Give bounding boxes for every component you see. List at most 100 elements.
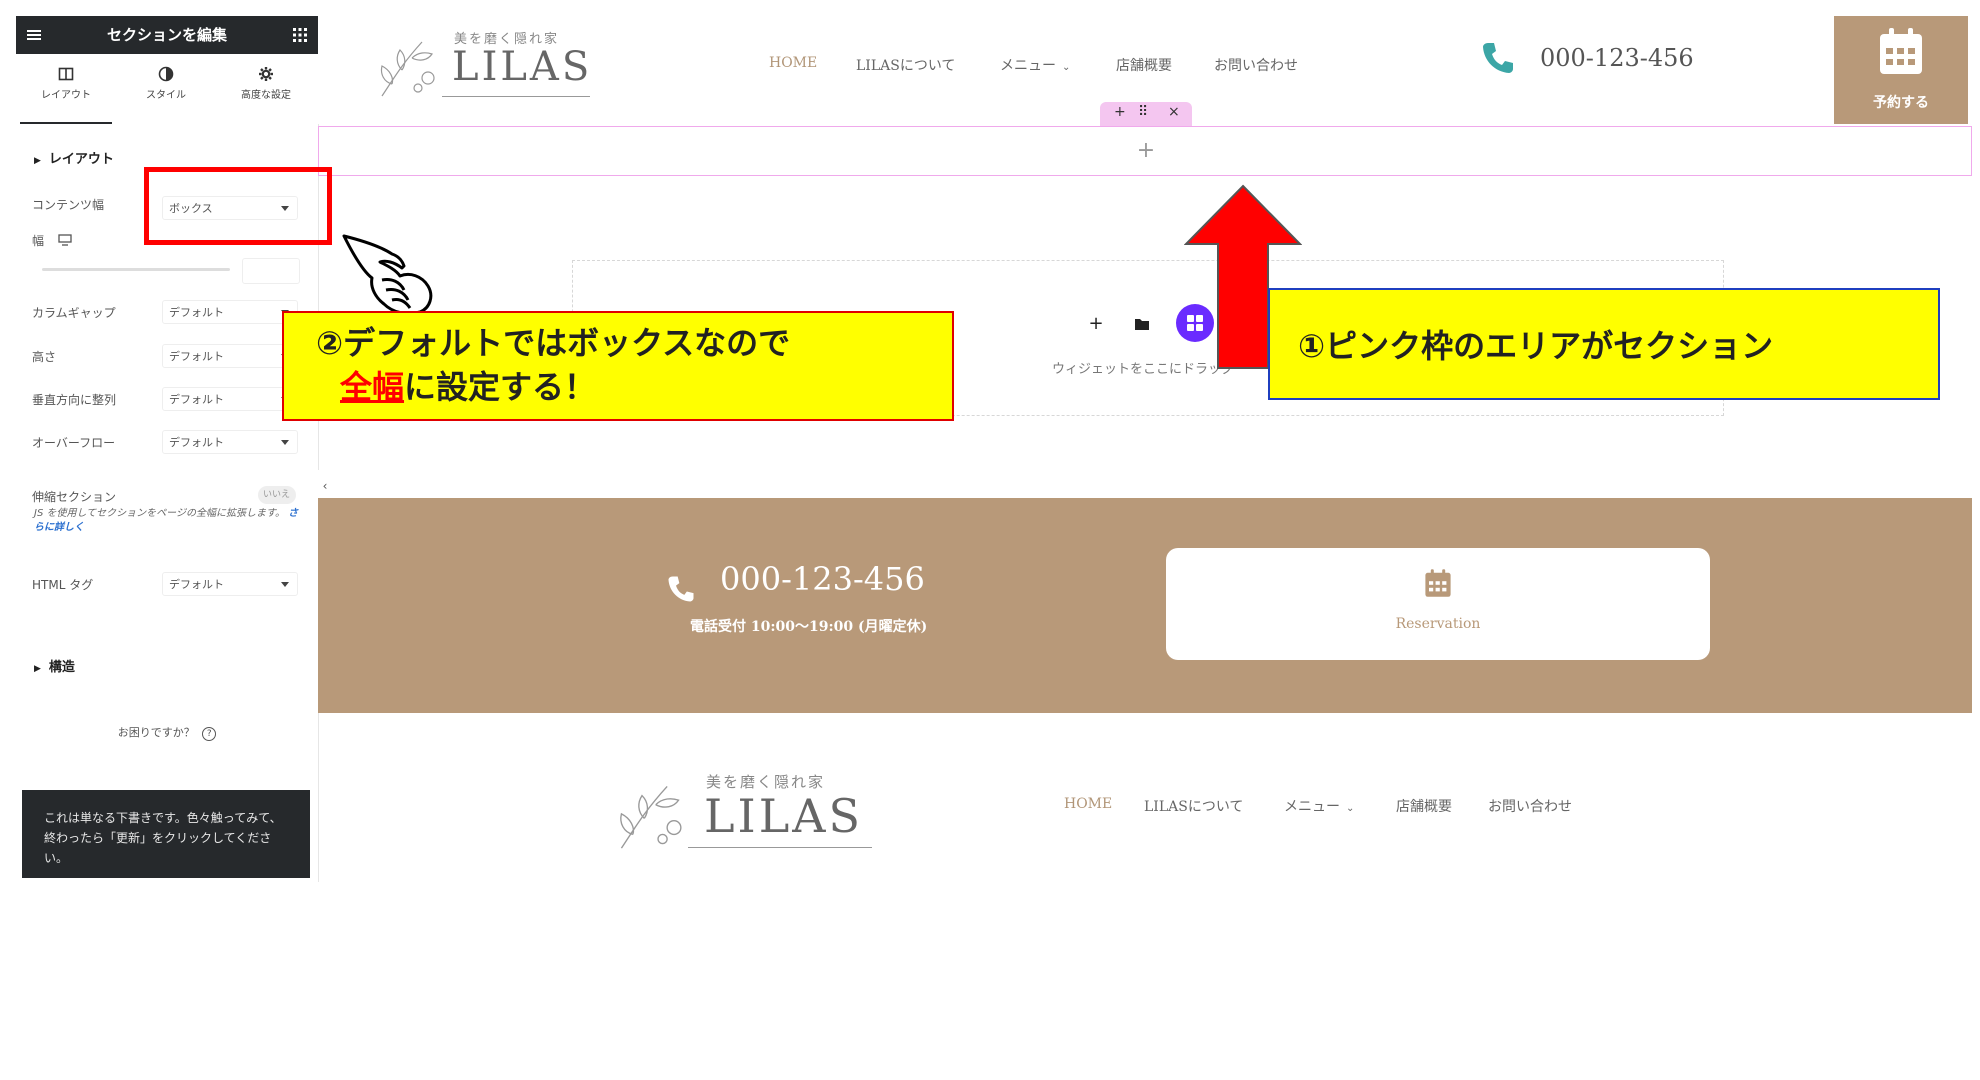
tab-advanced-label: 高度な設定 — [241, 90, 291, 101]
tab-layout[interactable]: レイアウト — [20, 62, 112, 124]
reserve-button[interactable]: 予約する — [1834, 16, 1968, 124]
cta-phone-number[interactable]: 000-123-456 — [720, 560, 925, 598]
width-slider[interactable] — [42, 268, 230, 271]
html-tag-select[interactable]: デフォルト — [162, 572, 298, 596]
folder-icon — [1135, 319, 1149, 330]
footer-nav-menu[interactable]: メニュー ⌄ — [1284, 796, 1354, 816]
layout-icon — [58, 67, 74, 81]
caret-right-icon: ▶ — [34, 156, 41, 166]
add-element-plus[interactable]: + — [319, 127, 1973, 177]
overflow-value: デフォルト — [169, 436, 224, 449]
panel-header: セクションを編集 — [16, 16, 318, 54]
footer-nav-menu-label: メニュー — [1284, 799, 1340, 815]
caret-right-icon: ▶ — [34, 664, 41, 674]
height-label: 高さ — [32, 350, 57, 364]
phone-icon — [1483, 43, 1513, 73]
stretch-description: JS を使用してセクションをページの全幅に拡張します。 さらに詳しく — [34, 507, 304, 535]
question-icon: ? — [202, 727, 217, 741]
apps-grid-icon[interactable] — [292, 27, 308, 43]
nav-contact[interactable]: お問い合わせ — [1214, 55, 1298, 75]
footer-nav-store[interactable]: 店舗概要 — [1396, 796, 1452, 816]
tab-layout-label: レイアウト — [41, 90, 91, 101]
panel-title: セクションを編集 — [106, 26, 227, 44]
note2-emphasis: 全幅 — [340, 368, 405, 406]
note2-line1: ②デフォルトではボックスなので — [316, 324, 791, 362]
html-tag-value: デフォルト — [169, 578, 224, 591]
help-link[interactable]: お困りですか？ ? — [16, 724, 318, 741]
chevron-down-icon: ⌄ — [1346, 803, 1355, 814]
delete-section-icon[interactable]: × — [1168, 104, 1180, 120]
desktop-icon[interactable] — [58, 234, 72, 246]
nav-menu[interactable]: メニュー ⌄ — [1000, 55, 1070, 75]
vertical-align-select[interactable]: デフォルト — [162, 387, 298, 411]
footer-nav-home[interactable]: HOME — [1064, 796, 1112, 812]
gear-icon — [259, 67, 273, 81]
width-input[interactable] — [242, 258, 300, 284]
chevron-down-icon — [281, 582, 289, 587]
structure-section-title: 構造 — [48, 660, 75, 675]
section-toolbar: + ⠿ × — [1100, 102, 1192, 126]
logo-underline — [442, 96, 590, 97]
calendar-icon — [1880, 28, 1922, 74]
contact-band: 000-123-456 電話受付 10:00〜19:00 (月曜定休) Rese… — [318, 498, 1972, 713]
note2-rest: に設定する！ — [404, 368, 597, 406]
column-gap-select[interactable]: デフォルト — [162, 300, 298, 324]
calendar-icon — [1425, 569, 1451, 597]
vertical-align-value: デフォルト — [169, 393, 224, 406]
footer-logo-underline — [688, 847, 872, 848]
contrast-icon — [158, 66, 174, 82]
leaf-ornament-icon — [620, 785, 682, 849]
stretch-label: 伸縮セクション — [32, 490, 117, 504]
content-width-label: コンテンツ幅 — [32, 198, 105, 212]
help-text: お困りですか？ — [117, 726, 195, 739]
chevron-down-icon: ⌄ — [1062, 62, 1071, 73]
reservation-label: Reservation — [1395, 616, 1481, 632]
drag-handle-icon[interactable]: ⠿ — [1138, 104, 1148, 120]
overflow-select[interactable]: デフォルト — [162, 430, 298, 454]
cta-business-hours: 電話受付 10:00〜19:00 (月曜定休) — [690, 619, 928, 635]
highlight-box-content-width — [144, 167, 332, 245]
reservation-card[interactable]: Reservation — [1166, 548, 1710, 660]
tab-style-label: スタイル — [146, 90, 186, 101]
add-section-handle[interactable]: + — [1114, 104, 1126, 120]
footer-nav-about[interactable]: LILASについて — [1144, 796, 1243, 816]
tab-style[interactable]: スタイル — [120, 62, 212, 126]
draft-notice: これは単なる下書きです。色々触ってみて、終わったら「更新」をクリックしてください… — [22, 790, 310, 878]
layout-section-title: レイアウト — [48, 152, 114, 167]
height-select[interactable]: デフォルト — [162, 344, 298, 368]
tab-advanced[interactable]: 高度な設定 — [220, 62, 312, 126]
width-label-text: 幅 — [32, 234, 45, 248]
editor-panel: セクションを編集 レイアウト スタイル 高度な設定 ▶ レイアウト コンテンツ幅 … — [16, 16, 319, 882]
site-logo[interactable]: 美を磨く隠れ家 LILAS — [372, 26, 590, 102]
phone-icon — [668, 576, 694, 602]
footer-logo[interactable]: 美を磨く隠れ家 LILAS — [610, 765, 872, 855]
chevron-down-icon — [281, 440, 289, 445]
nav-store[interactable]: 店舗概要 — [1116, 55, 1172, 75]
leaf-ornament-icon — [380, 41, 435, 97]
logo-name: LILAS — [452, 44, 593, 90]
footer-nav-contact[interactable]: お問い合わせ — [1488, 796, 1572, 816]
pointing-hand-icon — [342, 234, 433, 316]
annotation-note-1: ①ピンク枠のエリアがセクション — [1268, 288, 1940, 400]
template-folder-button[interactable] — [1128, 310, 1156, 338]
note2-line2: 全幅に設定する！ — [316, 365, 952, 409]
height-value: デフォルト — [169, 350, 224, 363]
width-label: 幅 — [32, 232, 72, 249]
add-widget-button[interactable]: + — [1082, 310, 1110, 338]
footer-logo-name: LILAS — [704, 789, 863, 843]
layout-section-toggle[interactable]: ▶ レイアウト — [34, 148, 114, 167]
hamburger-menu-icon[interactable] — [26, 27, 42, 43]
stretch-toggle[interactable]: いいえ — [258, 486, 296, 504]
structure-section-toggle[interactable]: ▶ 構造 — [34, 656, 75, 675]
reserve-button-label: 予約する — [1873, 95, 1929, 111]
selected-section[interactable]: + — [318, 126, 1972, 176]
html-tag-label: HTML タグ — [32, 578, 94, 592]
nav-menu-label: メニュー — [1000, 58, 1056, 74]
overflow-label: オーバーフロー — [32, 436, 116, 450]
vertical-align-label: 垂直方向に整列 — [32, 393, 117, 407]
column-gap-label: カラムギャップ — [32, 306, 116, 320]
column-gap-value: デフォルト — [169, 306, 224, 319]
header-phone-number[interactable]: 000-123-456 — [1540, 44, 1694, 72]
nav-about[interactable]: LILASについて — [856, 55, 955, 75]
nav-home[interactable]: HOME — [769, 55, 817, 71]
